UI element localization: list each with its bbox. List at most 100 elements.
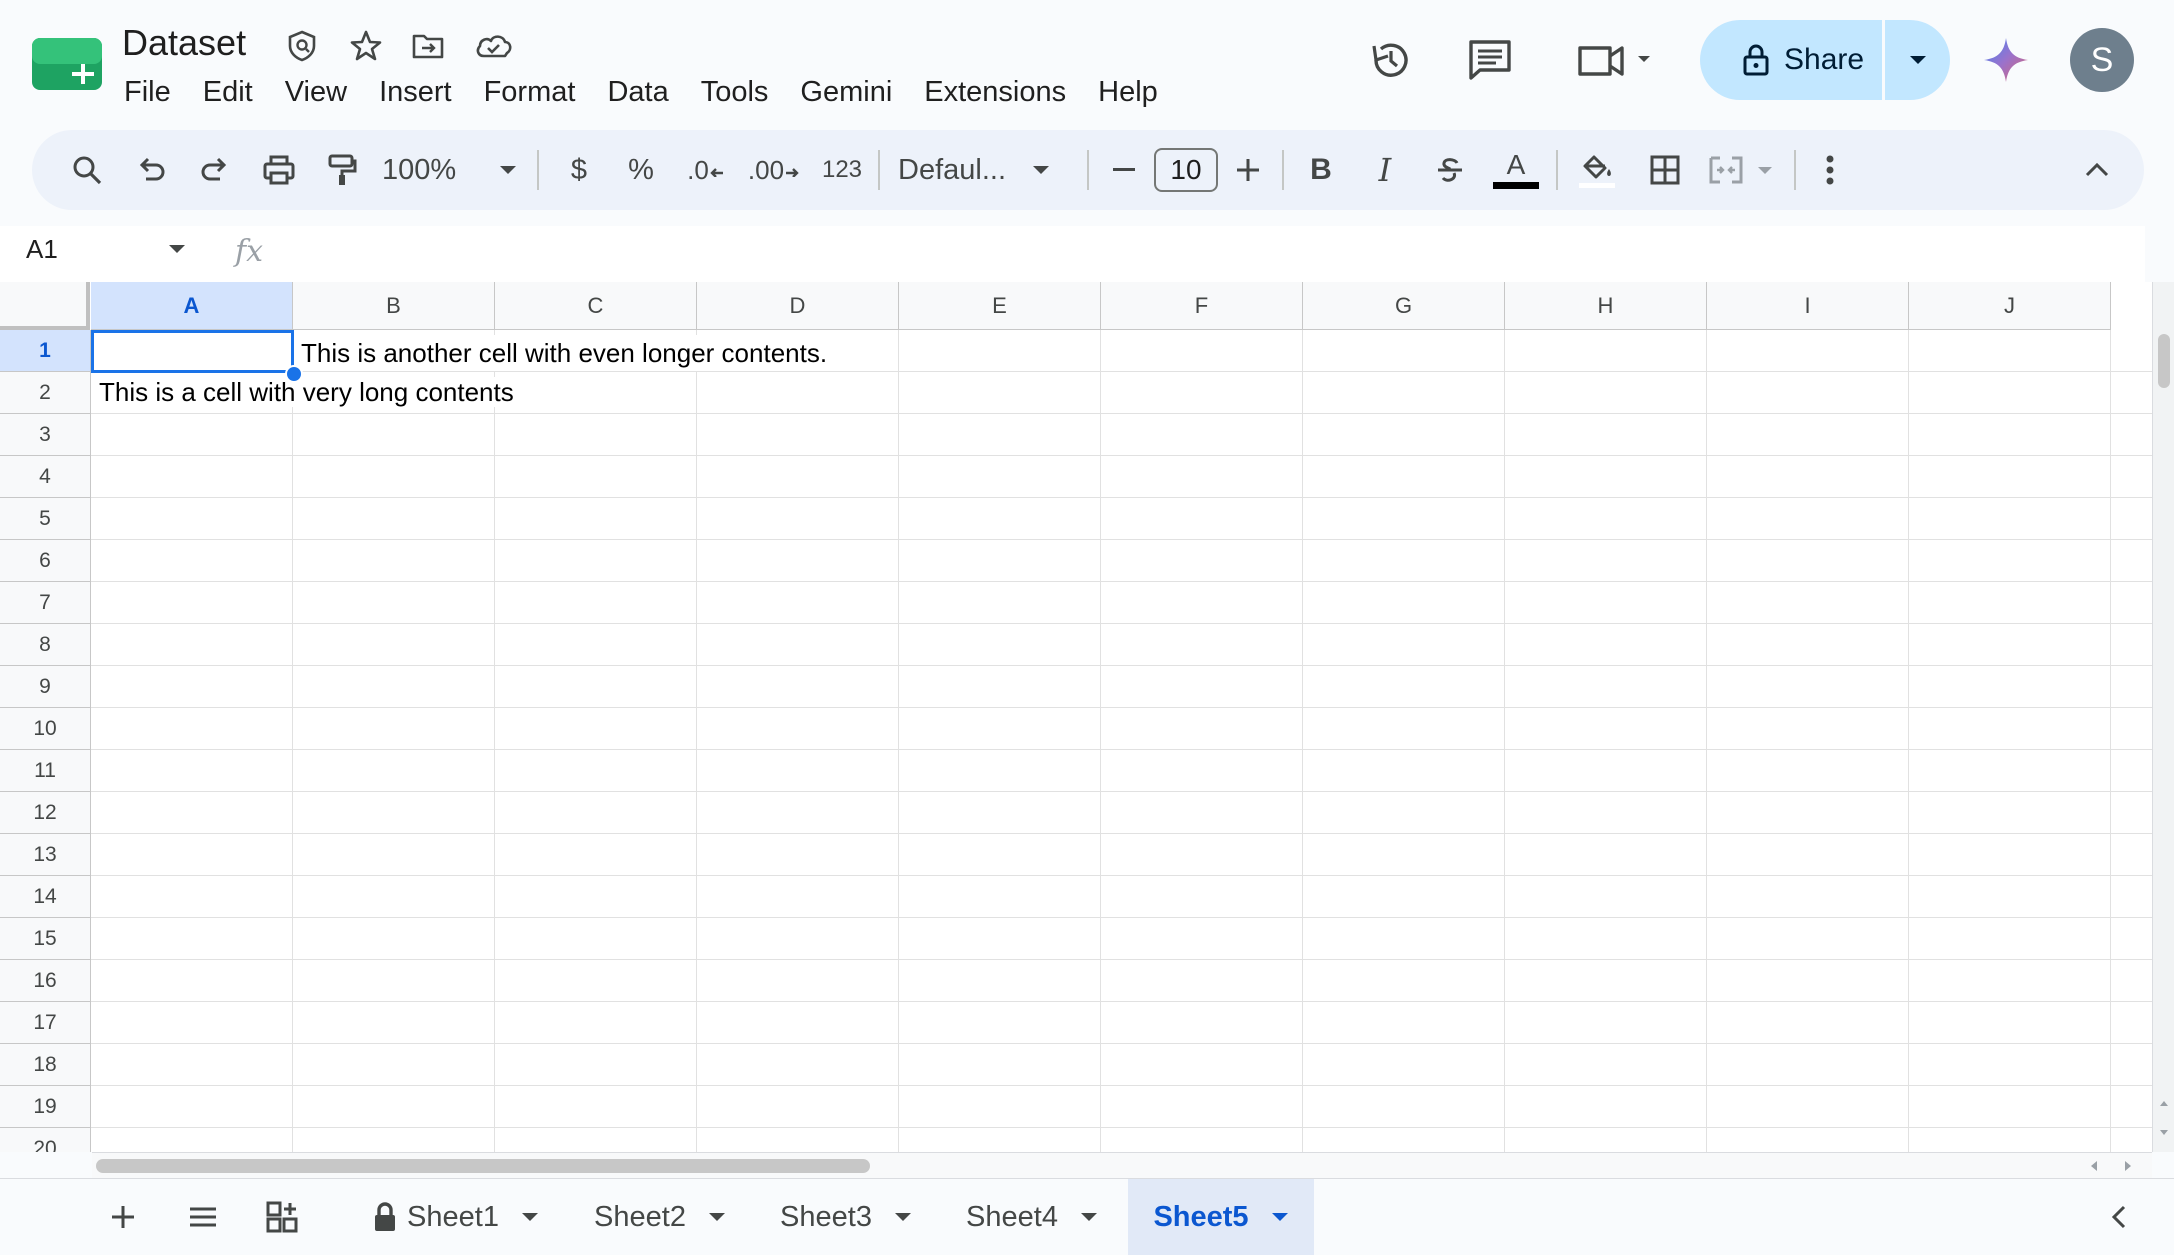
decrease-font-size-button[interactable] [1104,130,1144,210]
all-sheets-icon[interactable] [180,1179,226,1255]
cell-B1[interactable]: This is another cell with even longer co… [297,335,832,371]
row-header-9[interactable]: 9 [0,666,91,708]
vertical-scroll-thumb[interactable] [2158,334,2170,388]
text-color-button[interactable]: A [1490,130,1542,210]
name-box[interactable]: A1 [26,234,58,265]
menu-data[interactable]: Data [591,72,684,112]
print-icon[interactable] [254,130,304,210]
more-options-icon[interactable] [1810,130,1850,210]
row-header-19[interactable]: 19 [0,1086,91,1128]
column-header-d[interactable]: D [697,282,899,330]
redo-icon[interactable] [192,130,238,210]
menu-format[interactable]: Format [468,72,592,112]
version-history-icon[interactable] [1366,36,1414,84]
undo-icon[interactable] [128,130,174,210]
gemini-icon[interactable] [1982,36,2030,84]
select-all-corner[interactable] [0,282,90,330]
column-header-a[interactable]: A [91,282,293,330]
row-header-6[interactable]: 6 [0,540,91,582]
decrease-decimal-button[interactable]: .0 [678,130,734,210]
menu-help[interactable]: Help [1082,72,1174,112]
star-icon[interactable] [348,28,384,64]
zoom-chevron-down-icon[interactable] [490,130,526,210]
selected-cell-A1[interactable] [91,330,294,373]
move-to-folder-icon[interactable] [410,28,446,64]
collapse-menus-icon[interactable] [2072,130,2122,210]
formula-input[interactable] [290,230,2130,276]
row-header-17[interactable]: 17 [0,1002,91,1044]
row-header-15[interactable]: 15 [0,918,91,960]
menu-extensions[interactable]: Extensions [908,72,1082,112]
more-formats-button[interactable]: 123 [814,130,870,210]
row-header-16[interactable]: 16 [0,960,91,1002]
menu-file[interactable]: File [108,72,187,112]
cloud-saved-icon[interactable] [474,28,512,64]
column-header-i[interactable]: I [1707,282,1909,330]
sheet-tab-sheet5[interactable]: Sheet5 [1128,1179,1314,1255]
row-header-8[interactable]: 8 [0,624,91,666]
fill-handle[interactable] [285,365,303,383]
row-header-4[interactable]: 4 [0,456,91,498]
meet-icon[interactable] [1576,36,1656,84]
spreadsheet-grid[interactable]: ABCDEFGHIJ 1 2 3 4 5 6 7 8 9 10 11 12 13 14 15 16 17 18 19… [0,282,2152,1152]
sheets-logo-icon[interactable] [32,38,102,90]
paint-format-icon[interactable] [318,130,366,210]
row-header-20[interactable]: 20 [0,1128,91,1152]
avatar[interactable]: S [2070,28,2134,92]
zoom-select[interactable]: 100% [382,130,492,210]
merge-cells-icon[interactable] [1706,130,1790,210]
search-icon[interactable] [64,130,110,210]
sheet-tab-sheet1[interactable]: Sheet1 [360,1179,552,1255]
comments-icon[interactable] [1466,36,1514,84]
horizontal-scroll-thumb[interactable] [96,1159,870,1173]
row-header-18[interactable]: 18 [0,1044,91,1086]
column-header-f[interactable]: F [1101,282,1303,330]
sheet-tab-sheet2[interactable]: Sheet2 [580,1179,740,1255]
row-header-12[interactable]: 12 [0,792,91,834]
italic-button[interactable]: I [1362,130,1408,210]
share-button[interactable]: Share [1700,20,1950,100]
menu-insert[interactable]: Insert [363,72,468,112]
column-header-e[interactable]: E [899,282,1101,330]
column-header-j[interactable]: J [1909,282,2111,330]
cell-A2[interactable]: This is a cell with very long contents [95,377,518,407]
column-header-h[interactable]: H [1505,282,1707,330]
row-header-14[interactable]: 14 [0,876,91,918]
font-select[interactable]: Defaul... [898,130,1088,210]
row-header-11[interactable]: 11 [0,750,91,792]
menu-edit[interactable]: Edit [187,72,269,112]
row-header-7[interactable]: 7 [0,582,91,624]
menu-tools[interactable]: Tools [685,72,785,112]
increase-decimal-button[interactable]: .00 [744,130,804,210]
row-header-2[interactable]: 2 [0,372,91,414]
explore-sheets-icon[interactable] [260,1179,306,1255]
increase-font-size-button[interactable] [1228,130,1268,210]
share-dropdown-button[interactable] [1885,20,1950,100]
horizontal-scrollbar[interactable] [92,1152,2152,1179]
row-header-3[interactable]: 3 [0,414,91,456]
column-header-b[interactable]: B [293,282,495,330]
sheet-tab-sheet4[interactable]: Sheet4 [952,1179,1112,1255]
column-header-c[interactable]: C [495,282,697,330]
row-header-1[interactable]: 1 [0,330,91,372]
font-size-input[interactable]: 10 [1152,130,1220,210]
menu-view[interactable]: View [269,72,363,112]
menu-gemini[interactable]: Gemini [784,72,908,112]
share-main-button[interactable]: Share [1700,20,1882,100]
document-title[interactable]: Dataset [122,22,246,64]
side-panel-toggle-icon[interactable] [2096,1179,2142,1255]
name-box-chevron-down-icon[interactable] [168,244,186,254]
currency-format-button[interactable]: $ [554,130,604,210]
percent-format-button[interactable]: % [616,130,666,210]
sheet-tab-sheet3[interactable]: Sheet3 [766,1179,926,1255]
add-sheet-icon[interactable] [100,1179,146,1255]
shield-icon[interactable] [284,28,320,64]
vertical-scrollbar[interactable] [2152,282,2174,1152]
strikethrough-icon[interactable] [1426,130,1474,210]
bold-button[interactable]: B [1298,130,1344,210]
fill-color-icon[interactable] [1572,130,1622,210]
row-header-10[interactable]: 10 [0,708,91,750]
row-header-5[interactable]: 5 [0,498,91,540]
borders-icon[interactable] [1642,130,1688,210]
column-header-g[interactable]: G [1303,282,1505,330]
